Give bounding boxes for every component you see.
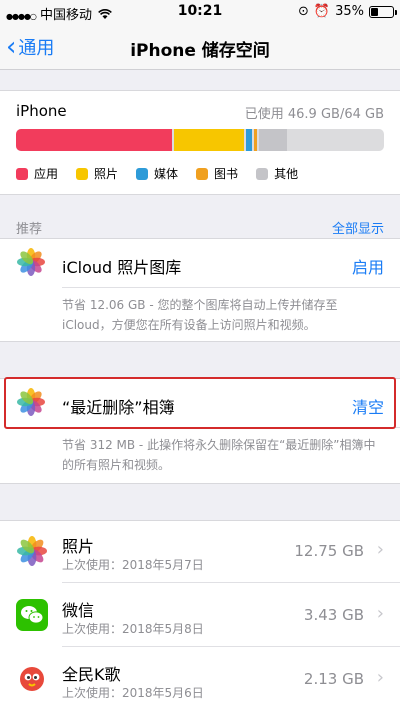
storage-segment-photos: [174, 129, 245, 151]
legend-item-photos: 照片: [76, 165, 118, 182]
status-bar: ●●●●○ 中国移动 10:21 ⊙ ⏰ 35%: [0, 0, 400, 24]
storage-segment-apps: [16, 129, 173, 151]
legend-swatch: [136, 167, 149, 180]
storage-segment-media: [246, 129, 252, 151]
storage-segment-books: [253, 129, 258, 151]
recommendation-description: 节省 312 MB - 此操作将永久删除保留在“最近删除”相簿中的所有照片和视频…: [62, 438, 376, 472]
app-size: 12.75 GB: [294, 542, 364, 560]
app-last-used: 上次使用：2018年5月6日: [62, 686, 204, 700]
storage-segment-other: [259, 129, 288, 151]
navigation-bar: ‹ 通用 iPhone 储存空间: [0, 24, 400, 70]
legend-item-apps: 应用: [16, 165, 58, 182]
rotation-lock-icon: ⊙: [298, 4, 309, 19]
chevron-right-icon: ›: [376, 667, 384, 688]
legend-item-media: 媒体: [136, 165, 178, 182]
divider: [62, 287, 400, 288]
recommendation-description: 节省 12.06 GB - 您的整个图库将自动上传并储存至 iCloud，方便您…: [62, 298, 338, 332]
highlight-box: [4, 377, 396, 429]
app-row-wechat[interactable]: 微信 上次使用：2018年5月8日 3.43 GB ›: [0, 585, 400, 647]
storage-summary: iPhone 已使用 46.9 GB/64 GB 应用 照片 媒体 图书 其他: [0, 90, 400, 195]
app-name: 微信: [62, 601, 95, 620]
legend-swatch: [196, 167, 209, 180]
photos-icon: [16, 535, 48, 567]
chevron-right-icon: ›: [376, 539, 384, 560]
wechat-icon: [16, 599, 48, 631]
chevron-right-icon: ›: [376, 603, 384, 624]
app-name: 照片: [62, 537, 95, 556]
divider: [62, 582, 400, 583]
recommendation-row: iCloud 照片图库 启用: [0, 239, 400, 288]
storage-used-text: 已使用 46.9 GB/64 GB: [244, 107, 384, 122]
legend-item-other: 其他: [256, 165, 298, 182]
divider: [62, 646, 400, 647]
page-title: iPhone 储存空间: [130, 41, 270, 61]
app-last-used: 上次使用：2018年5月7日: [62, 558, 204, 572]
app-list: 照片 上次使用：2018年5月7日 12.75 GB › 微信 上次使用：201…: [0, 520, 400, 711]
kge-icon: [16, 663, 48, 695]
battery-percent: 35%: [335, 4, 364, 19]
alarm-icon: ⏰: [313, 4, 331, 19]
photos-icon: [17, 248, 45, 276]
app-row-quanmin-kge[interactable]: 全民K歌 上次使用：2018年5月6日 2.13 GB ›: [0, 649, 400, 711]
storage-usage-bar: [16, 129, 384, 151]
status-right: ⊙ ⏰ 35%: [298, 4, 397, 19]
app-row-photos[interactable]: 照片 上次使用：2018年5月7日 12.75 GB ›: [0, 521, 400, 583]
app-name: 全民K歌: [62, 665, 121, 684]
battery-icon: [369, 5, 397, 18]
enable-button[interactable]: 启用: [352, 254, 384, 278]
legend-swatch: [76, 167, 89, 180]
app-size: 3.43 GB: [303, 606, 364, 624]
recommendation-icloud-library: iCloud 照片图库 启用 节省 12.06 GB - 您的整个图库将自动上传…: [0, 238, 400, 342]
legend-swatch: [16, 167, 28, 180]
app-last-used: 上次使用：2018年5月8日: [62, 622, 204, 636]
recommendation-title: iCloud 照片图库: [62, 258, 182, 277]
legend-item-books: 图书: [196, 165, 238, 182]
storage-legend: 应用 照片 媒体 图书 其他: [16, 165, 298, 182]
device-name: iPhone: [16, 102, 67, 120]
legend-swatch: [256, 167, 269, 180]
show-all-button[interactable]: 全部显示: [332, 218, 384, 237]
recommendations-header: 推荐: [16, 222, 43, 237]
app-size: 2.13 GB: [303, 670, 364, 688]
